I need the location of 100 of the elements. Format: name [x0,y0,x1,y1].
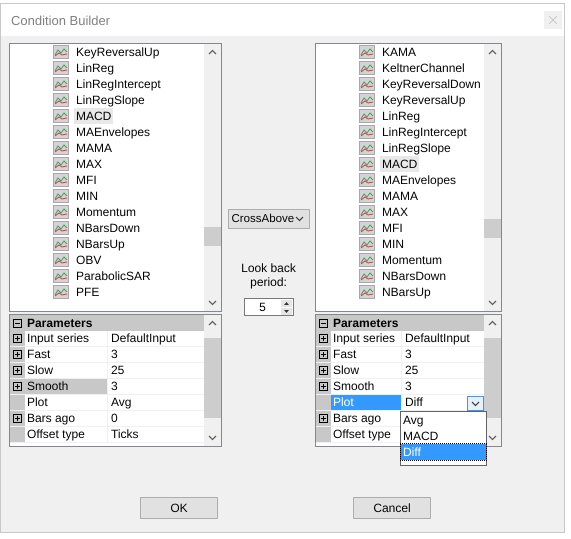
property-name[interactable]: Input series [331,331,402,346]
caret-icon [294,216,304,222]
spin-up-icon[interactable] [280,300,292,306]
scrollbar-thumb[interactable] [204,338,221,418]
indicator-item[interactable]: MACD [74,108,114,124]
property-value[interactable]: 0 [108,411,204,426]
expand-icon[interactable] [13,382,22,391]
expand-icon[interactable] [13,366,22,375]
scroll-up-icon[interactable] [208,320,217,326]
property-name[interactable]: Offset type [331,427,402,442]
indicator-item[interactable]: NBarsUp [380,284,433,300]
property-name[interactable]: Bars ago [331,411,402,426]
chart-icon [359,189,375,203]
indicator-item[interactable]: NBarsDown [74,220,142,236]
property-value[interactable]: 25 [108,363,204,378]
indicator-item[interactable]: LinRegIntercept [380,124,469,140]
property-value[interactable]: Avg [108,395,204,410]
expand-icon[interactable] [13,334,22,343]
indicator-item[interactable]: MIN [74,188,100,204]
indicator-item[interactable]: NBarsUp [74,236,127,252]
expand-icon[interactable] [319,414,328,423]
cancel-button[interactable]: Cancel [353,497,431,519]
indicator-item[interactable]: MFI [380,220,405,236]
indicator-item[interactable]: MAX [74,156,104,172]
property-value[interactable]: Ticks [108,427,204,442]
scroll-down-icon[interactable] [488,300,497,306]
property-name[interactable]: Slow [25,363,108,378]
indicator-item[interactable]: MACD [380,156,420,172]
indicator-item[interactable]: LinReg [74,60,116,76]
expand-icon[interactable] [13,350,22,359]
chart-icon [53,125,69,139]
scroll-down-icon[interactable] [208,435,217,441]
indicator-item[interactable]: KeyReversalUp [74,44,162,60]
property-value[interactable]: 3 [108,379,204,394]
collapse-icon[interactable] [13,318,22,328]
property-value[interactable]: 3 [402,379,484,394]
indicator-item[interactable]: LinRegIntercept [74,76,163,92]
property-name[interactable]: Smooth [331,379,402,394]
indicator-item[interactable]: MAMA [74,140,114,156]
chart-icon [359,285,375,299]
collapse-icon[interactable] [319,318,328,328]
spin-down-icon[interactable] [280,308,292,314]
indicator-item[interactable]: Momentum [380,252,444,268]
chart-icon [53,189,69,203]
expand-icon[interactable] [319,382,328,391]
indicator-item[interactable]: KAMA [380,44,418,60]
property-name[interactable]: Smooth [25,379,108,394]
window-title: Condition Builder [11,12,110,28]
dropdown-button[interactable] [467,396,484,411]
indicator-item[interactable]: LinRegSlope [74,92,147,108]
scroll-up-icon[interactable] [488,320,497,326]
indicator-item[interactable]: LinReg [380,108,422,124]
chart-icon [359,157,375,171]
indicator-item[interactable]: KeyReversalDown [380,76,483,92]
property-name[interactable]: Input series [25,331,108,346]
ok-button[interactable]: OK [140,497,218,519]
indicator-item[interactable]: MAMA [380,188,420,204]
expand-icon[interactable] [13,414,22,423]
indicator-item[interactable]: OBV [74,252,104,268]
indicator-item[interactable]: NBarsDown [380,268,448,284]
indicator-item[interactable]: MAX [380,204,410,220]
property-value[interactable]: 3 [108,347,204,362]
property-value[interactable]: DefaultInput [108,331,204,346]
indicator-item[interactable]: ParabolicSAR [74,268,153,284]
operator-dropdown[interactable]: CrossAbove [228,209,310,229]
property-value[interactable]: DefaultInput [402,331,484,346]
dropdown-option[interactable]: Avg [401,412,486,428]
property-value[interactable]: 25 [402,363,484,378]
indicator-item[interactable]: KeyReversalUp [380,92,468,108]
chart-icon [359,77,375,91]
indicator-item[interactable]: KeltnerChannel [380,60,467,76]
indicator-item[interactable]: MAEnvelopes [380,172,458,188]
scroll-up-icon[interactable] [208,49,217,55]
dropdown-option[interactable]: MACD [401,428,486,444]
scrollbar-thumb[interactable] [484,338,501,418]
property-name[interactable]: Offset type [25,427,108,442]
scroll-down-icon[interactable] [488,435,497,441]
lookback-spinner[interactable]: 5 [244,298,294,316]
expand-icon[interactable] [319,334,328,343]
scroll-up-icon[interactable] [488,49,497,55]
indicator-item[interactable]: MAEnvelopes [74,124,152,140]
indicator-item[interactable]: PFE [74,284,102,300]
chart-icon [53,93,69,107]
expand-icon[interactable] [319,366,328,375]
chart-icon [359,253,375,267]
property-name[interactable]: Fast [331,347,402,362]
scroll-down-icon[interactable] [208,300,217,306]
expand-icon[interactable] [319,350,328,359]
property-name[interactable]: Bars ago [25,411,108,426]
property-value[interactable]: 3 [402,347,484,362]
chart-icon [53,61,69,75]
property-name[interactable]: Slow [331,363,402,378]
scrollbar-thumb[interactable] [484,219,501,238]
indicator-item[interactable]: LinRegSlope [380,140,453,156]
indicator-item[interactable]: Momentum [74,204,138,220]
scrollbar-thumb[interactable] [204,227,221,246]
property-name[interactable]: Plot [25,395,108,410]
property-name[interactable]: Fast [25,347,108,362]
indicator-item[interactable]: MFI [74,172,99,188]
indicator-item[interactable]: MIN [380,236,406,252]
